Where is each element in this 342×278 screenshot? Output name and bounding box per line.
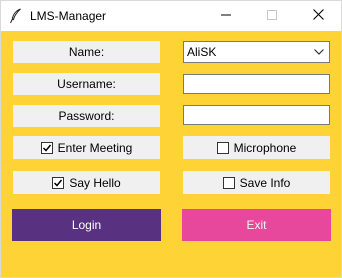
microphone-label: Microphone [233, 140, 297, 155]
chevron-down-icon[interactable] [311, 43, 327, 61]
save-info-checkbox[interactable]: Save Info [183, 171, 330, 194]
name-label: Name: [13, 41, 160, 63]
feather-icon [9, 8, 23, 24]
close-icon [312, 9, 324, 23]
app-window: LMS-Manager Name: AliSK Username: Passwo… [0, 0, 342, 278]
say-hello-label: Say Hello [69, 175, 121, 190]
name-dropdown-value: AliSK [187, 45, 217, 59]
say-hello-checkbox[interactable]: Say Hello [13, 171, 160, 194]
maximize-icon [267, 9, 277, 23]
checkbox-unchecked-icon [216, 141, 229, 154]
exit-button[interactable]: Exit [182, 209, 331, 241]
checkbox-checked-icon [52, 176, 65, 189]
window-title: LMS-Manager [30, 9, 107, 23]
username-field[interactable] [183, 74, 330, 94]
enter-meeting-label: Enter Meeting [57, 140, 133, 155]
checkbox-checked-icon [40, 141, 53, 154]
name-dropdown[interactable]: AliSK [183, 41, 330, 63]
microphone-checkbox[interactable]: Microphone [183, 136, 330, 159]
close-button[interactable] [295, 1, 341, 31]
save-info-label: Save Info [239, 175, 291, 190]
enter-meeting-checkbox[interactable]: Enter Meeting [13, 136, 160, 159]
maximize-button[interactable] [249, 1, 295, 31]
minimize-button[interactable] [203, 1, 249, 31]
minimize-icon [221, 9, 231, 23]
password-field[interactable] [183, 105, 330, 125]
title-bar[interactable]: LMS-Manager [1, 1, 341, 31]
checkbox-unchecked-icon [222, 176, 235, 189]
username-label: Username: [13, 73, 160, 95]
login-button[interactable]: Login [12, 209, 161, 241]
password-label: Password: [13, 105, 160, 127]
